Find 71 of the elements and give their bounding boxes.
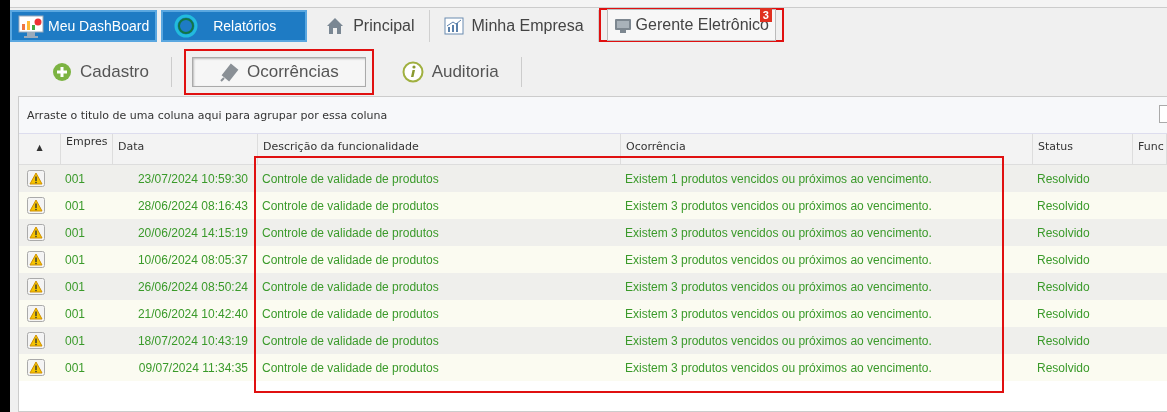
status-text: Resolvido xyxy=(1036,225,1091,240)
table-cell-text: Controle de validade de produtos xyxy=(261,171,440,186)
column-header[interactable]: Status xyxy=(1033,134,1133,164)
table-cell-text: 28/06/2024 08:16:43 xyxy=(136,198,249,213)
warning-icon xyxy=(27,305,45,322)
status-text: Resolvido xyxy=(1036,333,1091,348)
column-header[interactable]: Ocorrência xyxy=(621,134,1033,164)
table-cell-text: 001 xyxy=(64,225,87,240)
table-cell-text: 001 xyxy=(64,198,87,213)
status-text: Resolvido xyxy=(1036,171,1091,186)
sub-tab[interactable]: Cadastro xyxy=(38,57,172,87)
warning-icon xyxy=(27,170,45,187)
table-cell-text: 20/06/2024 14:15:19 xyxy=(136,225,249,240)
ticket-icon xyxy=(219,62,239,82)
warning-icon xyxy=(27,197,45,214)
column-header[interactable]: Empres xyxy=(61,134,113,164)
status-text: Resolvido xyxy=(1036,279,1091,294)
warning-icon xyxy=(27,332,45,349)
table-cell-text: 26/06/2024 08:50:24 xyxy=(136,279,249,294)
table-cell-text: Controle de validade de produtos xyxy=(261,252,440,267)
info-icon xyxy=(401,61,424,83)
table-cell-text: Existem 3 produtos vencidos ou próximos ao vencimento. xyxy=(624,360,933,375)
table-cell-text: Existem 1 produtos vencidos ou próximos ao vencimento. xyxy=(624,171,933,186)
table-cell-text: 001 xyxy=(64,252,87,267)
table-cell-text: Controle de validade de produtos xyxy=(261,360,440,375)
table-cell-text: Existem 3 produtos vencidos ou próximos ao vencimento. xyxy=(624,333,933,348)
table-cell-text: Controle de validade de produtos xyxy=(261,225,440,240)
column-header[interactable]: ▲ xyxy=(19,134,61,164)
table-cell-text: Controle de validade de produtos xyxy=(261,198,440,213)
status-text: Resolvido xyxy=(1036,198,1091,213)
table-cell-text: 09/07/2024 11:34:35 xyxy=(137,360,249,375)
module-button[interactable]: Relatórios xyxy=(161,10,308,42)
monitor-icon xyxy=(613,16,632,34)
warning-icon xyxy=(27,224,45,241)
column-header[interactable]: Func xyxy=(1133,134,1167,164)
status-text: Resolvido xyxy=(1036,360,1091,375)
table-cell-text: Controle de validade de produtos xyxy=(261,306,440,321)
table-cell-text: 23/07/2024 10:59:30 xyxy=(136,171,249,186)
table-cell-text: Existem 3 produtos vencidos ou próximos ao vencimento. xyxy=(624,306,933,321)
column-header[interactable]: Descrição da funcionalidade xyxy=(258,134,621,164)
nav-tab[interactable]: Principal xyxy=(311,10,430,42)
table-cell-text: 10/06/2024 08:05:37 xyxy=(136,252,249,267)
table-cell-text: Controle de validade de produtos xyxy=(261,333,440,348)
ring-icon xyxy=(173,13,200,39)
sub-tab[interactable]: Ocorrências xyxy=(192,57,366,87)
table-cell-text: 001 xyxy=(64,333,87,348)
table-cell-text: Existem 3 produtos vencidos ou próximos ao vencimento. xyxy=(624,252,933,267)
plus-icon xyxy=(52,62,72,82)
table-cell-text: 18/07/2024 10:43:19 xyxy=(136,333,249,348)
table-cell-text: 21/06/2024 10:42:40 xyxy=(136,306,249,321)
group-by-hint: Arraste o titulo de uma coluna aqui para agrupar por essa coluna xyxy=(27,108,388,122)
table-cell-text: 001 xyxy=(64,279,87,294)
table-cell-text: Existem 3 produtos vencidos ou próximos ao vencimento. xyxy=(624,225,933,240)
table-cell-text: Existem 3 produtos vencidos ou próximos ao vencimento. xyxy=(624,198,933,213)
chart-icon xyxy=(443,16,464,36)
home-icon xyxy=(325,16,346,36)
nav-tab[interactable]: Minha Empresa xyxy=(429,10,599,42)
status-text: Resolvido xyxy=(1036,252,1091,267)
table-cell-text: 001 xyxy=(64,171,87,186)
warning-icon xyxy=(27,251,45,268)
status-text: Resolvido xyxy=(1036,306,1091,321)
warning-icon xyxy=(27,359,45,376)
table-cell-text: 001 xyxy=(64,306,87,321)
warning-icon xyxy=(27,278,45,295)
column-header[interactable]: Data xyxy=(113,134,258,164)
monitor-chart-icon xyxy=(18,14,44,38)
sub-tab[interactable]: Auditoria xyxy=(387,57,522,87)
table-cell-text: 001 xyxy=(64,360,87,375)
table-cell-text: Existem 3 produtos vencidos ou próximos ao vencimento. xyxy=(624,279,933,294)
module-button[interactable]: Meu DashBoard xyxy=(10,10,158,42)
table-cell-text: Controle de validade de produtos xyxy=(261,279,440,294)
